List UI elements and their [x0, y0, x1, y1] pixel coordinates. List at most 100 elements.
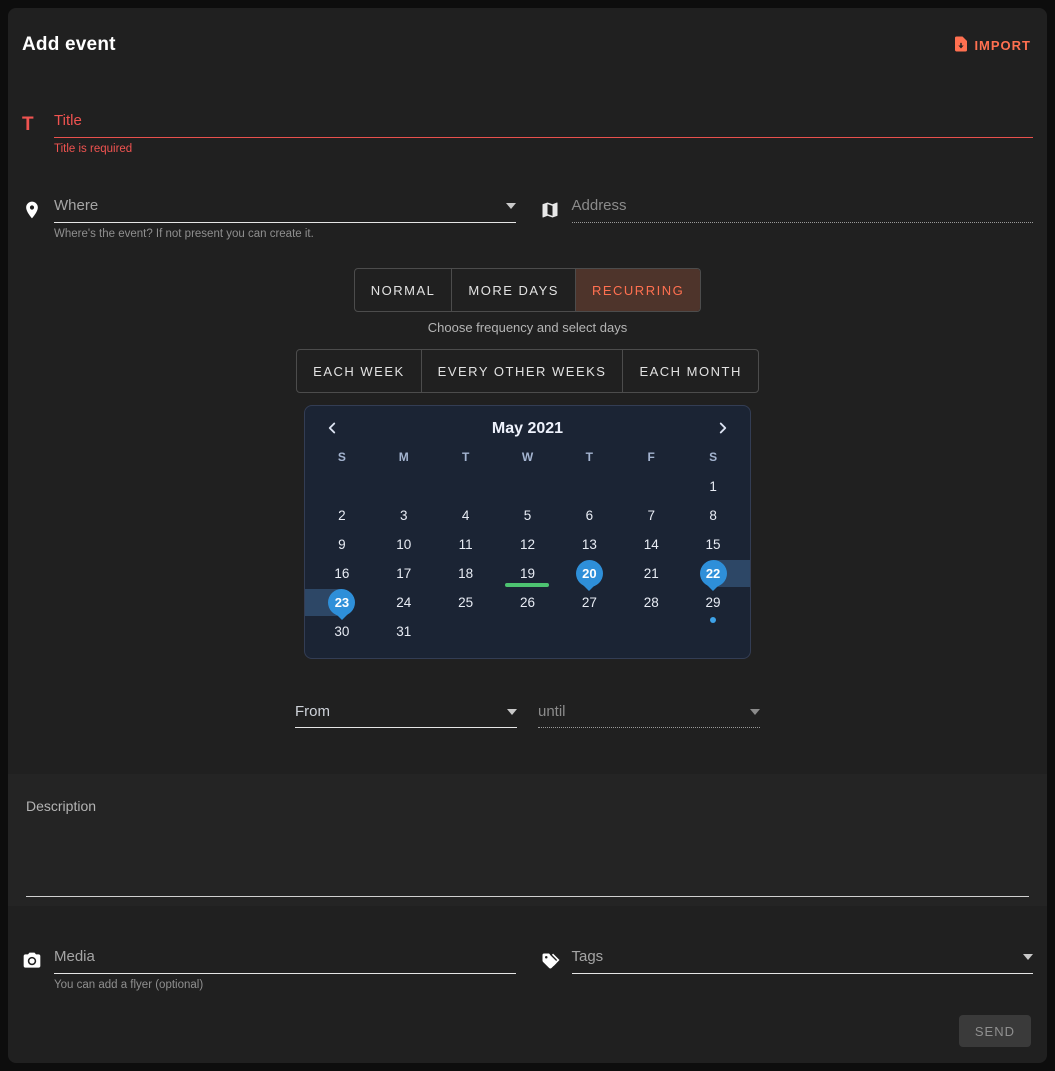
- chevron-down-icon: [507, 709, 517, 715]
- calendar-day-4[interactable]: 4: [435, 501, 497, 530]
- freq-every-other-weeks[interactable]: EVERY OTHER WEEKS: [422, 350, 624, 392]
- calendar-day-18[interactable]: 18: [435, 559, 497, 588]
- calendar-day-1[interactable]: 1: [682, 472, 744, 501]
- calendar-day-20[interactable]: 20: [558, 559, 620, 588]
- calendar-day-7[interactable]: 7: [620, 501, 682, 530]
- calendar-day-21[interactable]: 21: [620, 559, 682, 588]
- media-placeholder: Media: [54, 948, 95, 965]
- calendar-day-9[interactable]: 9: [311, 530, 373, 559]
- weekday-label: T: [558, 446, 620, 472]
- frequency-group: EACH WEEK EVERY OTHER WEEKS EACH MONTH: [296, 349, 759, 393]
- calendar-day-empty: [497, 617, 559, 646]
- calendar-day-28[interactable]: 28: [620, 588, 682, 617]
- media-tags-row: Media You can add a flyer (optional) Tag…: [8, 948, 1047, 991]
- where-select[interactable]: Where: [54, 197, 516, 223]
- until-placeholder: until: [538, 703, 566, 720]
- frequency-hint: Choose frequency and select days: [8, 320, 1047, 335]
- calendar-day-empty: [558, 472, 620, 501]
- calendar-day-15[interactable]: 15: [682, 530, 744, 559]
- calendar-day-23[interactable]: 23: [311, 588, 373, 617]
- calendar-day-17[interactable]: 17: [373, 559, 435, 588]
- freq-each-month[interactable]: EACH MONTH: [623, 350, 757, 392]
- weekday-label: S: [311, 446, 373, 472]
- calendar: May 2021 SMTWTFS 12345678910111213141516…: [304, 405, 751, 659]
- tags-icon: [540, 948, 572, 991]
- calendar-day-25[interactable]: 25: [435, 588, 497, 617]
- import-file-icon: [952, 35, 970, 56]
- calendar-day-26[interactable]: 26: [497, 588, 559, 617]
- time-range-row: From until: [8, 703, 1047, 728]
- calendar-day-22[interactable]: 22: [682, 559, 744, 588]
- calendar-day-14[interactable]: 14: [620, 530, 682, 559]
- tags-select[interactable]: Tags: [572, 948, 1034, 974]
- calendar-day-empty: [311, 472, 373, 501]
- weekday-label: F: [620, 446, 682, 472]
- calendar-day-empty: [558, 617, 620, 646]
- send-button[interactable]: SEND: [959, 1015, 1031, 1047]
- tab-recurring[interactable]: RECURRING: [576, 269, 700, 311]
- media-helper-text: You can add a flyer (optional): [54, 979, 516, 991]
- title-text-icon: T: [22, 112, 54, 155]
- title-placeholder: Title: [54, 112, 82, 129]
- calendar-day-24[interactable]: 24: [373, 588, 435, 617]
- tab-more-days[interactable]: MORE DAYS: [452, 269, 576, 311]
- from-select[interactable]: From: [295, 703, 517, 728]
- page-title: Add event: [22, 34, 116, 56]
- where-helper-text: Where's the event? If not present you ca…: [54, 228, 516, 240]
- map-icon: [540, 197, 572, 240]
- where-placeholder: Where: [54, 197, 98, 214]
- chevron-down-icon: [1023, 954, 1033, 960]
- calendar-day-3[interactable]: 3: [373, 501, 435, 530]
- chevron-left-icon[interactable]: [321, 418, 343, 440]
- weekday-label: W: [497, 446, 559, 472]
- calendar-day-6[interactable]: 6: [558, 501, 620, 530]
- tags-field-block: Tags: [540, 948, 1034, 991]
- calendar-day-31[interactable]: 31: [373, 617, 435, 646]
- tags-placeholder: Tags: [572, 948, 604, 965]
- until-select: until: [538, 703, 760, 728]
- chevron-right-icon[interactable]: [712, 418, 734, 440]
- chevron-down-icon: [506, 203, 516, 209]
- calendar-day-empty: [435, 472, 497, 501]
- add-event-dialog: Add event IMPORT T Title Title is requir…: [8, 8, 1047, 1063]
- chevron-down-icon: [750, 709, 760, 715]
- calendar-day-30[interactable]: 30: [311, 617, 373, 646]
- calendar-day-11[interactable]: 11: [435, 530, 497, 559]
- calendar-day-5[interactable]: 5: [497, 501, 559, 530]
- calendar-grid: 1234567891011121314151617181920212223242…: [311, 472, 744, 646]
- weekday-label: M: [373, 446, 435, 472]
- calendar-day-empty: [435, 617, 497, 646]
- title-input[interactable]: Title: [54, 112, 1033, 138]
- address-placeholder: Address: [572, 197, 627, 214]
- from-placeholder: From: [295, 703, 330, 720]
- description-input[interactable]: [26, 896, 1029, 897]
- title-error-text: Title is required: [54, 143, 1033, 155]
- address-input: Address: [572, 197, 1034, 223]
- media-field-block: Media You can add a flyer (optional): [22, 948, 516, 991]
- calendar-day-13[interactable]: 13: [558, 530, 620, 559]
- calendar-day-2[interactable]: 2: [311, 501, 373, 530]
- calendar-day-29[interactable]: 29: [682, 588, 744, 617]
- calendar-day-16[interactable]: 16: [311, 559, 373, 588]
- import-button[interactable]: IMPORT: [952, 35, 1031, 56]
- weekday-label: S: [682, 446, 744, 472]
- where-field-block: Where Where's the event? If not present …: [22, 197, 516, 240]
- calendar-day-empty: [620, 617, 682, 646]
- camera-icon: [22, 948, 54, 991]
- tab-normal[interactable]: NORMAL: [355, 269, 453, 311]
- calendar-day-10[interactable]: 10: [373, 530, 435, 559]
- calendar-weekday-row: SMTWTFS: [311, 446, 744, 472]
- title-field-block: T Title Title is required: [8, 112, 1047, 155]
- freq-each-week[interactable]: EACH WEEK: [297, 350, 422, 392]
- import-label: IMPORT: [974, 38, 1031, 53]
- address-field-block: Address: [540, 197, 1034, 240]
- description-section: Description: [8, 774, 1047, 906]
- calendar-day-8[interactable]: 8: [682, 501, 744, 530]
- dialog-header: Add event IMPORT: [8, 8, 1047, 56]
- weekday-label: T: [435, 446, 497, 472]
- calendar-day-12[interactable]: 12: [497, 530, 559, 559]
- media-input[interactable]: Media: [54, 948, 516, 974]
- calendar-day-empty: [620, 472, 682, 501]
- calendar-day-19[interactable]: 19: [497, 559, 559, 588]
- calendar-day-27[interactable]: 27: [558, 588, 620, 617]
